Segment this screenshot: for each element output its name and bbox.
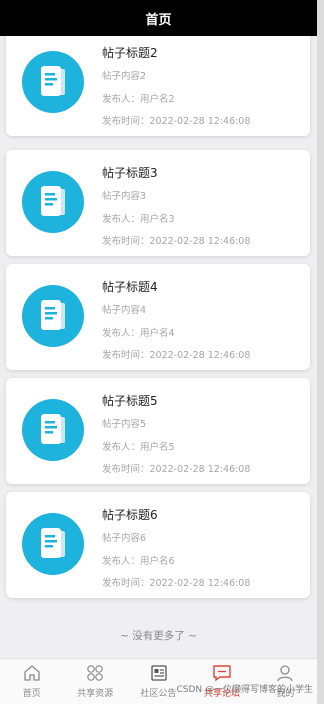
post-card[interactable]: 帖子标题4 帖子内容4 发布人：用户名4 发布时间：2022-02-28 12:… (6, 264, 310, 370)
post-card[interactable]: 帖子标题6 帖子内容6 发布人：用户名6 发布时间：2022-02-28 12:… (6, 492, 310, 598)
post-time: 发布时间：2022-02-28 12:46:08 (102, 464, 251, 475)
document-icon (22, 285, 84, 347)
tab-label: 共享资源 (77, 689, 114, 699)
post-time: 发布时间：2022-02-28 12:46:08 (102, 578, 251, 589)
post-author: 发布人：用户名6 (102, 556, 175, 567)
post-card[interactable]: 帖子标题3 帖子内容3 发布人：用户名3 发布时间：2022-02-28 12:… (6, 150, 310, 256)
post-content: 帖子内容2 (102, 71, 147, 82)
post-time: 发布时间：2022-02-28 12:46:08 (102, 236, 251, 247)
user-icon (275, 663, 295, 683)
post-title: 帖子标题2 (102, 46, 158, 60)
post-time: 发布时间：2022-02-28 12:46:08 (102, 116, 251, 127)
top-bar: 首页 (0, 0, 317, 36)
chat-icon (212, 663, 232, 683)
post-title: 帖子标题5 (102, 394, 158, 408)
document-icon (22, 51, 84, 113)
document-icon (22, 399, 84, 461)
tab-label: 首页 (22, 689, 41, 699)
post-content: 帖子内容6 (102, 533, 147, 544)
tab-bar: 首页 共享资源 社区公告 共享论坛 我的 (0, 658, 317, 704)
tab-label: 社区公告 (140, 689, 177, 699)
post-author: 发布人：用户名2 (102, 94, 175, 105)
post-card[interactable]: 帖子标题5 帖子内容5 发布人：用户名5 发布时间：2022-02-28 12:… (6, 378, 310, 484)
document-icon (22, 513, 84, 575)
tab-home[interactable]: 首页 (0, 659, 63, 704)
post-title: 帖子标题3 (102, 166, 158, 180)
post-author: 发布人：用户名5 (102, 442, 175, 453)
post-list[interactable]: 帖子标题2 帖子内容2 发布人：用户名2 发布时间：2022-02-28 12:… (0, 36, 317, 658)
post-title: 帖子标题4 (102, 280, 158, 294)
grid-icon (85, 663, 105, 683)
page-title: 首页 (145, 12, 172, 28)
post-content: 帖子内容3 (102, 191, 147, 202)
post-content: 帖子内容4 (102, 305, 147, 316)
post-title: 帖子标题6 (102, 508, 158, 522)
post-author: 发布人：用户名4 (102, 328, 175, 339)
post-content: 帖子内容5 (102, 419, 147, 430)
post-card[interactable]: 帖子标题2 帖子内容2 发布人：用户名2 发布时间：2022-02-28 12:… (6, 36, 310, 136)
post-author: 发布人：用户名3 (102, 214, 175, 225)
notice-icon (149, 663, 169, 683)
no-more-text: ~ 没有更多了 ~ (120, 630, 197, 642)
watermark: CSDN @一位懒得写博客的小学生 (176, 685, 313, 695)
app-frame: 首页 帖子标题2 帖子内容2 发布人：用户名2 发布时间：2022-02-28 … (0, 0, 324, 704)
document-icon (22, 171, 84, 233)
tab-shared-resources[interactable]: 共享资源 (63, 659, 126, 704)
post-time: 发布时间：2022-02-28 12:46:08 (102, 350, 251, 361)
home-icon (22, 663, 42, 683)
